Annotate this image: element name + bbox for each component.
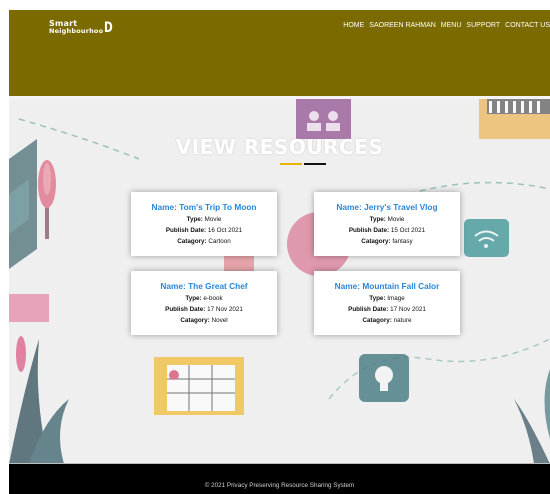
resource-type: Type: Image <box>369 295 405 302</box>
resource-type: Type: e-book <box>185 295 223 302</box>
site-header: Smart Neighbourhoo D HOME SAOREEN RAHMAN… <box>9 10 550 96</box>
resource-card[interactable]: Name: Mountain Fall Calor Type: Image Pu… <box>314 271 460 335</box>
nav-contact-us[interactable]: CONTACT US <box>505 22 550 29</box>
resource-category: Catagory: Cartoon <box>177 238 231 245</box>
nav-support[interactable]: SUPPORT <box>466 22 500 29</box>
resource-name: Name: Tom's Trip To Moon <box>151 202 257 212</box>
resource-type: Type: Movie <box>186 216 222 223</box>
brand-logo[interactable]: Smart Neighbourhoo D <box>49 20 116 35</box>
resource-card[interactable]: Name: The Great Chef Type: e-book Publis… <box>131 271 277 335</box>
resource-publish-date: Publish Date: 17 Nov 2021 <box>348 306 426 313</box>
resource-card[interactable]: Name: Tom's Trip To Moon Type: Movie Pub… <box>131 192 277 256</box>
nav-menu[interactable]: MENU <box>441 22 462 29</box>
brand-line-2: Neighbourhoo <box>49 27 104 35</box>
nav-home[interactable]: HOME <box>343 22 364 29</box>
resource-name: Name: Mountain Fall Calor <box>334 281 440 291</box>
page: Smart Neighbourhoo D HOME SAOREEN RAHMAN… <box>0 0 550 494</box>
footer-copyright: © 2021 Privacy Preserving Resource Shari… <box>204 482 355 489</box>
resource-publish-date: Publish Date: 16 Oct 2021 <box>165 227 243 234</box>
resource-category: Catagory: nature <box>362 317 412 324</box>
resource-card[interactable]: Name: Jerry's Travel Vlog Type: Movie Pu… <box>314 192 460 256</box>
resource-category: Catagory: fantasy <box>361 238 413 245</box>
page-title: VIEW RESOURCES <box>175 135 384 159</box>
resource-publish-date: Publish Date: 17 Nov 2021 <box>165 306 243 313</box>
resource-publish-date: Publish Date: 15 Oct 2021 <box>348 227 426 234</box>
resource-type: Type: Movie <box>369 216 405 223</box>
resource-name: Name: The Great Chef <box>160 281 248 291</box>
title-underline <box>280 163 326 165</box>
hero-section: VIEW RESOURCES Name: Tom's Trip To Moon … <box>9 99 550 464</box>
site-footer: © 2021 Privacy Preserving Resource Shari… <box>9 464 550 494</box>
underline-yellow <box>280 163 302 165</box>
main-nav: HOME SAOREEN RAHMAN MENU SUPPORT CONTACT… <box>343 22 550 29</box>
underline-black <box>304 163 326 165</box>
nav-user[interactable]: SAOREEN RAHMAN <box>369 22 436 29</box>
brand-line-3: D <box>104 19 113 36</box>
resource-category: Catagory: Novel <box>180 317 228 324</box>
resource-name: Name: Jerry's Travel Vlog <box>336 202 438 212</box>
